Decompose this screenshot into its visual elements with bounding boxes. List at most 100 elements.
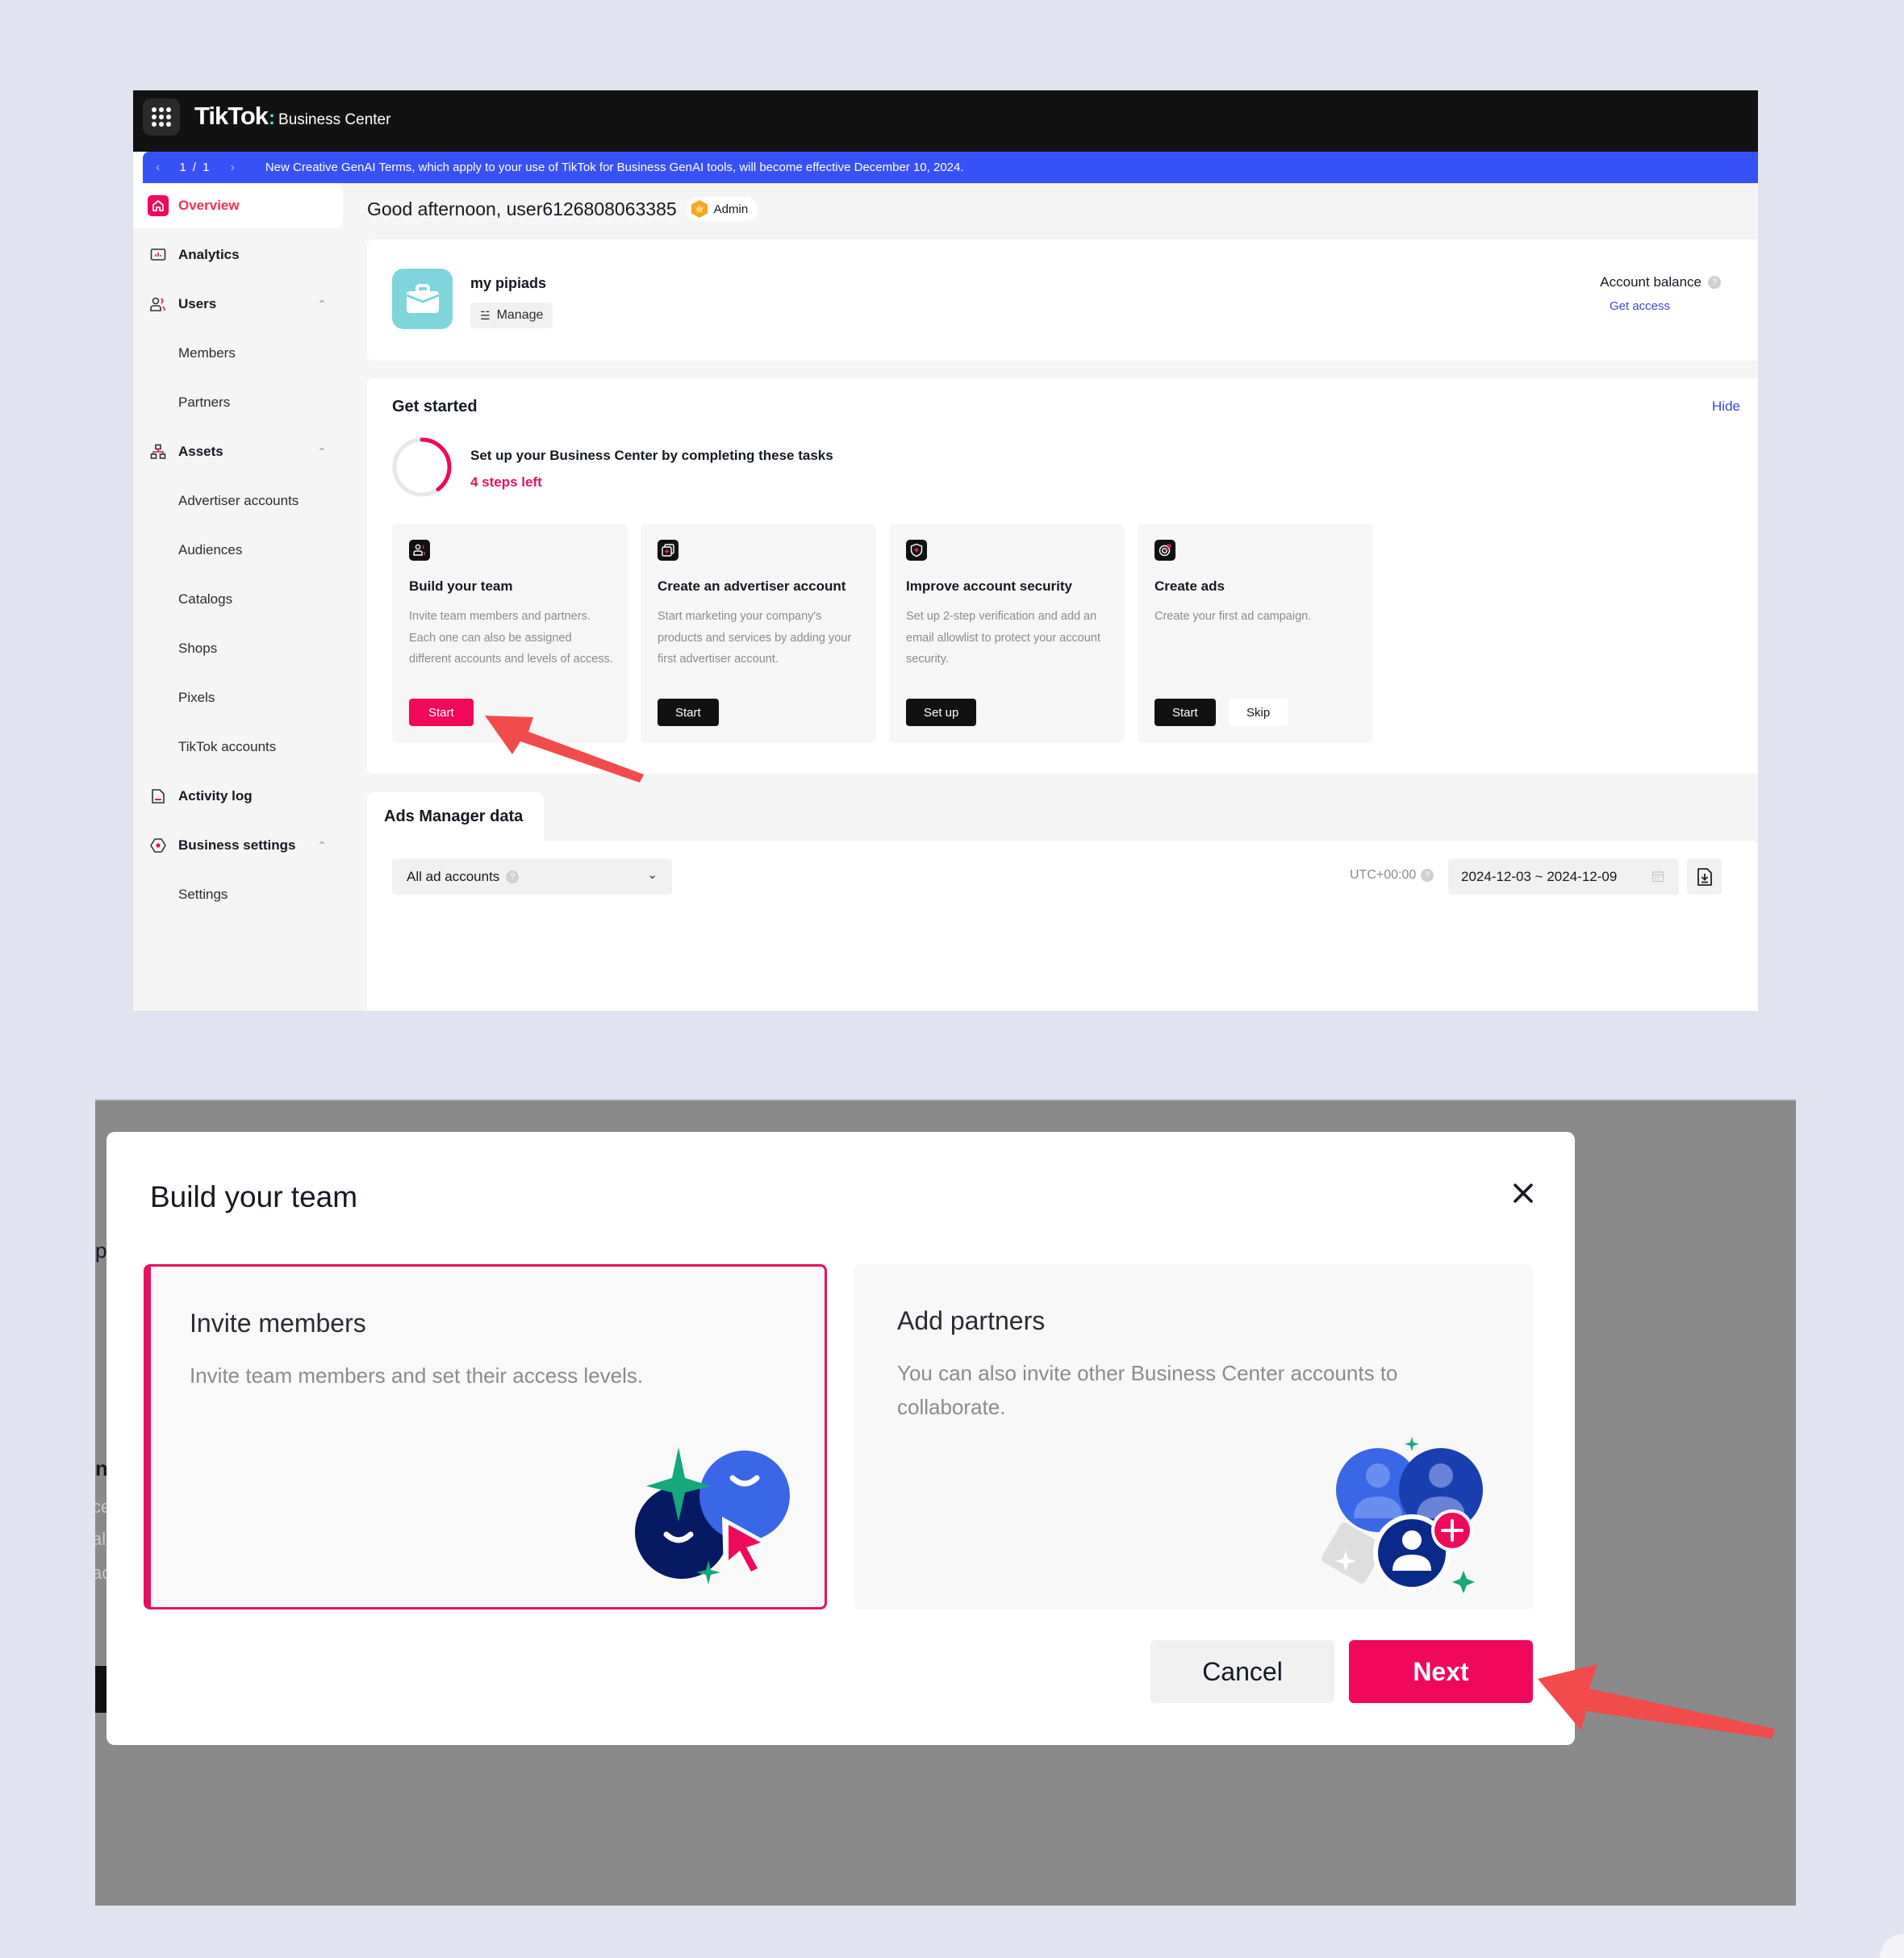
main-area: Good afternoon, user6126808063385 Admin …	[367, 183, 1758, 1011]
tab-ads-manager-data[interactable]: Ads Manager data	[367, 792, 544, 841]
task-title: Improve account security	[906, 578, 1072, 594]
cancel-button[interactable]: Cancel	[1150, 1640, 1334, 1703]
team-icon	[409, 540, 430, 561]
task-description: Start marketing your company's products …	[658, 610, 852, 666]
chevron-left-icon[interactable]: ‹	[156, 161, 160, 175]
sidebar-item-label: Audiences	[178, 542, 243, 557]
sidebar-item-label: Partners	[178, 395, 231, 410]
home-icon	[148, 195, 169, 216]
grid-dots-icon	[152, 107, 171, 127]
build-team-start-button[interactable]: Start	[409, 699, 474, 726]
option-description: Invite team members and set their access…	[190, 1363, 644, 1388]
business-center-screenshot: TikTok: Business Center ‹ 1 / 1 › New Cre…	[133, 90, 1758, 1011]
task-title: Create ads	[1155, 578, 1225, 594]
date-range-value: 2024-12-03 ~ 2024-12-09	[1461, 868, 1618, 884]
next-button[interactable]: Next	[1349, 1640, 1533, 1703]
sidebar-item-label: Overview	[178, 198, 240, 213]
task-description: Set up 2-step verification and add an em…	[906, 610, 1100, 666]
task-description: Invite team members and partners. Each o…	[409, 610, 613, 666]
business-name: my pipiads	[470, 275, 547, 291]
sidebar-item-activity-log[interactable]: Activity log	[133, 774, 343, 819]
tiktok-business-center-logo[interactable]: TikTok: Business Center	[194, 102, 390, 131]
sidebar-item-partners[interactable]: Partners	[133, 380, 343, 425]
get-started-card: Get started Hide Set up your Business Ce…	[367, 378, 1758, 774]
advertiser-account-start-button[interactable]: Start	[658, 699, 719, 726]
sidebar-item-catalogs[interactable]: Catalogs	[133, 577, 343, 622]
sidebar-item-label: Users	[178, 296, 217, 311]
sidebar-item-label: Advertiser accounts	[178, 493, 299, 508]
build-team-modal-screenshot: p n ce al ac Build your team Invite memb…	[95, 1100, 1796, 1906]
chevron-down-icon: ⌄	[647, 868, 658, 882]
apps-menu-button[interactable]	[143, 98, 180, 136]
option-add-partners[interactable]: Add partners You can also invite other B…	[854, 1264, 1534, 1609]
chevron-right-icon[interactable]: ›	[231, 161, 235, 175]
sidebar-item-label: Settings	[178, 887, 228, 902]
timezone-label: UTC+00:00 ?	[1350, 868, 1434, 883]
close-icon[interactable]	[1509, 1179, 1538, 1208]
sidebar-item-audiences[interactable]: Audiences	[133, 528, 343, 573]
option-title: Invite members	[190, 1309, 366, 1338]
sidebar-item-members[interactable]: Members	[133, 331, 343, 376]
account-balance-text: Account balance	[1600, 274, 1701, 290]
banner-message[interactable]: New Creative GenAI Terms, which apply to…	[265, 161, 964, 174]
security-setup-button[interactable]: Set up	[906, 699, 977, 726]
role-badge-label: Admin	[713, 202, 749, 216]
task-card-build-team: Build your team Invite team members and …	[392, 524, 628, 743]
product-name: Business Center	[278, 111, 391, 128]
sidebar-item-label: TikTok accounts	[178, 739, 277, 754]
get-access-link[interactable]: Get access	[1610, 299, 1670, 313]
sidebar-item-tiktok-accounts[interactable]: TikTok accounts	[133, 724, 343, 770]
sidebar-item-users[interactable]: Users ⌃	[133, 282, 343, 327]
shield-icon	[906, 540, 927, 561]
ad-account-select[interactable]: All ad accounts ? ⌄	[392, 858, 672, 895]
option-description: You can also invite other Business Cente…	[897, 1361, 1398, 1419]
export-button[interactable]	[1687, 858, 1722, 895]
sidebar-item-shops[interactable]: Shops	[133, 626, 343, 671]
ads-manager-data-panel: All ad accounts ? ⌄ UTC+00:00 ? 2024-12-…	[367, 841, 1758, 1011]
help-icon[interactable]: ?	[1708, 276, 1721, 289]
target-icon	[1155, 540, 1175, 561]
business-account-card: my pipiads ☱ Manage Account balance ? Ge…	[367, 240, 1758, 361]
sidebar-item-pixels[interactable]: Pixels	[133, 675, 343, 720]
hide-link[interactable]: Hide	[1712, 399, 1740, 415]
progress-ring	[392, 437, 452, 497]
document-icon	[149, 787, 167, 805]
top-navigation-bar: TikTok: Business Center	[133, 90, 1758, 152]
create-ads-skip-button[interactable]: Skip	[1229, 699, 1288, 726]
sidebar-item-overview[interactable]: Overview	[133, 183, 343, 228]
sidebar-item-business-settings[interactable]: Business settings ⌃	[133, 823, 343, 868]
task-title: Build your team	[409, 578, 513, 594]
sidebar-item-label: Analytics	[178, 247, 240, 262]
assets-icon	[149, 443, 167, 461]
account-balance-label: Account balance ?	[1600, 274, 1721, 290]
sidebar-item-label: Catalogs	[178, 591, 233, 607]
invite-members-illustration	[635, 1447, 790, 1584]
chevron-up-icon[interactable]: ⌃	[312, 294, 332, 314]
chevron-up-icon[interactable]: ⌃	[312, 836, 332, 855]
chevron-up-icon[interactable]: ⌃	[312, 442, 332, 461]
manage-button-label: Manage	[496, 308, 544, 322]
calendar-icon	[1651, 870, 1664, 883]
star-badge-icon	[691, 200, 708, 218]
task-description: Create your first ad campaign.	[1155, 610, 1312, 623]
sidebar-item-settings[interactable]: Settings	[133, 872, 343, 917]
sidebar: Overview Analytics Users ⌃ Members Partn…	[133, 183, 367, 1011]
manage-button[interactable]: ☱ Manage	[470, 303, 553, 328]
create-ads-start-button[interactable]: Start	[1155, 699, 1216, 726]
users-icon	[149, 295, 167, 313]
task-card-create-ads: Create ads Create your first ad campaign…	[1138, 524, 1373, 743]
date-range-picker[interactable]: 2024-12-03 ~ 2024-12-09	[1448, 858, 1679, 895]
sidebar-item-label: Business settings	[178, 837, 296, 853]
banner-pager: 1 / 1	[179, 161, 211, 174]
sidebar-item-assets[interactable]: Assets ⌃	[133, 429, 343, 474]
brand-name: TikTok	[194, 102, 269, 130]
help-icon[interactable]: ?	[506, 870, 520, 883]
help-icon[interactable]: ?	[1421, 869, 1434, 882]
sidebar-item-analytics[interactable]: Analytics	[133, 232, 343, 278]
sidebar-item-advertiser-accounts[interactable]: Advertiser accounts	[133, 478, 343, 524]
steps-left: 4 steps left	[470, 474, 542, 490]
timezone-text: UTC+00:00	[1350, 868, 1417, 882]
option-invite-members[interactable]: Invite members Invite team members and s…	[144, 1264, 827, 1609]
peek-char: p	[95, 1238, 107, 1263]
briefcase-icon	[392, 269, 453, 329]
